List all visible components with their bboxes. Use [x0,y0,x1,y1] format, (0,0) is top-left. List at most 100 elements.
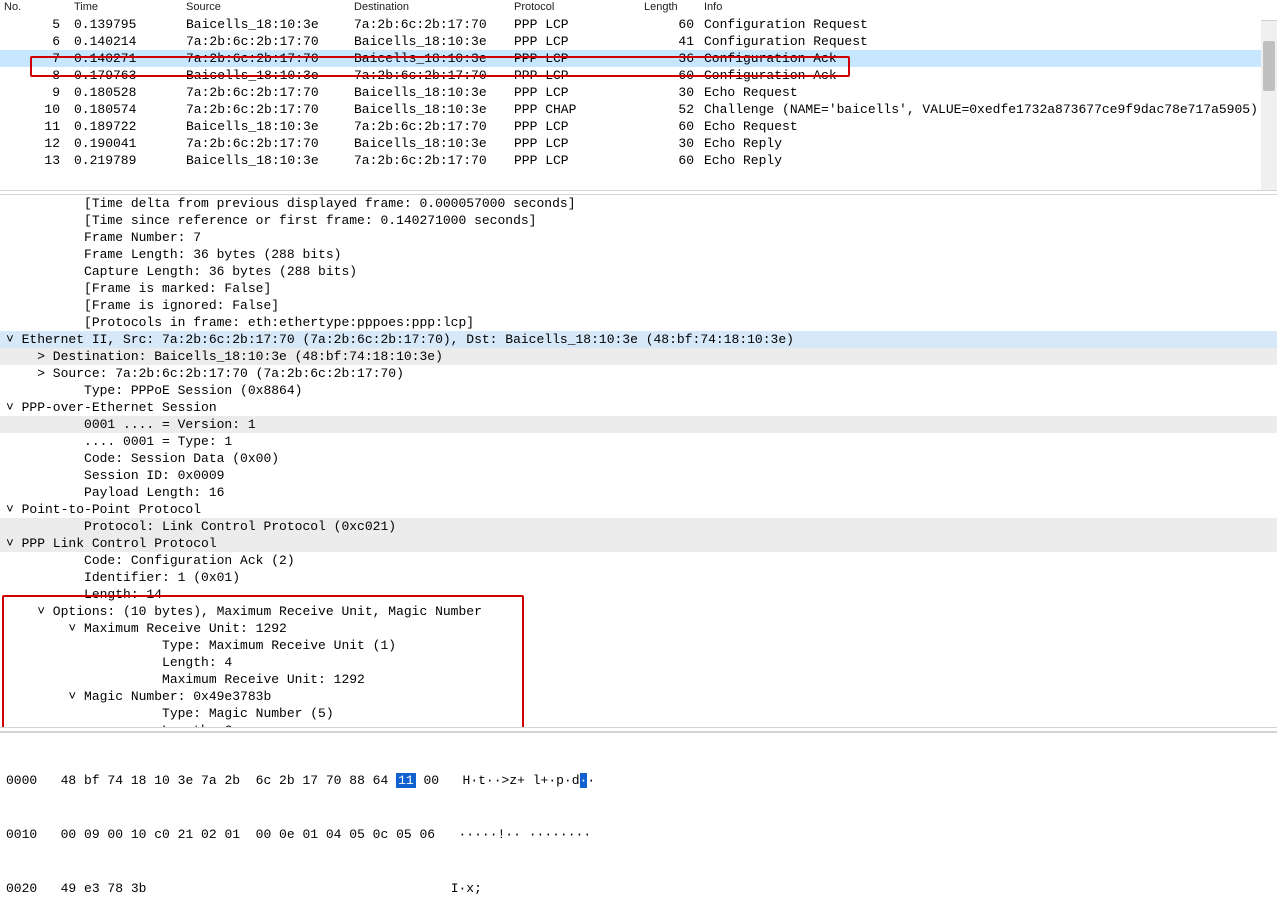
packet-cell-dst: Baicells_18:10:3e [350,50,510,67]
packet-cell-len: 60 [640,118,700,135]
hex-row-2[interactable]: 0020 49 e3 78 3b I·x; [6,880,1271,898]
packet-cell-src: 7a:2b:6c:2b:17:70 [182,33,350,50]
detail-line[interactable]: ˅ Options: (10 bytes), Maximum Receive U… [0,603,1277,620]
detail-line[interactable]: [Protocols in frame: eth:ethertype:pppoe… [0,314,1277,331]
detail-line[interactable]: Length: 14 [0,586,1277,603]
col-len[interactable]: Length [640,0,700,16]
detail-line[interactable]: Maximum Receive Unit: 1292 [0,671,1277,688]
packet-cell-no: 13 [0,152,70,169]
packet-cell-proto: PPP LCP [510,50,640,67]
detail-line[interactable]: ˅ Point-to-Point Protocol [0,501,1277,518]
detail-line[interactable]: Session ID: 0x0009 [0,467,1277,484]
packet-cell-dst: Baicells_18:10:3e [350,135,510,152]
packet-list-table[interactable]: No. Time Source Destination Protocol Len… [0,0,1277,169]
detail-line[interactable]: Identifier: 1 (0x01) [0,569,1277,586]
detail-line[interactable]: Payload Length: 16 [0,484,1277,501]
packet-cell-proto: PPP LCP [510,67,640,84]
packet-row[interactable]: 110.189722Baicells_18:10:3e7a:2b:6c:2b:1… [0,118,1277,135]
packet-row[interactable]: 70.1402717a:2b:6c:2b:17:70Baicells_18:10… [0,50,1277,67]
packet-cell-info: Echo Request [700,84,1277,101]
detail-line[interactable]: ˅ PPP Link Control Protocol [0,535,1277,552]
detail-line[interactable]: [Frame is ignored: False] [0,297,1277,314]
detail-line[interactable]: Frame Number: 7 [0,229,1277,246]
packet-cell-no: 12 [0,135,70,152]
packet-cell-len: 60 [640,152,700,169]
packet-row[interactable]: 100.1805747a:2b:6c:2b:17:70Baicells_18:1… [0,101,1277,118]
packet-cell-info: Echo Reply [700,135,1277,152]
packet-cell-no: 5 [0,16,70,33]
packet-cell-dst: 7a:2b:6c:2b:17:70 [350,16,510,33]
packet-row[interactable]: 130.219789Baicells_18:10:3e7a:2b:6c:2b:1… [0,152,1277,169]
packet-cell-time: 0.179763 [70,67,182,84]
packet-cell-info: Configuration Request [700,33,1277,50]
detail-line[interactable]: > Destination: Baicells_18:10:3e (48:bf:… [0,348,1277,365]
packet-cell-info: Challenge (NAME='baicells', VALUE=0xedfe… [700,101,1277,118]
detail-line[interactable]: Capture Length: 36 bytes (288 bits) [0,263,1277,280]
detail-line[interactable]: [Frame is marked: False] [0,280,1277,297]
detail-line[interactable]: ˅ Ethernet II, Src: 7a:2b:6c:2b:17:70 (7… [0,331,1277,348]
packet-cell-dst: 7a:2b:6c:2b:17:70 [350,118,510,135]
detail-line[interactable]: Code: Session Data (0x00) [0,450,1277,467]
packet-cell-dst: Baicells_18:10:3e [350,33,510,50]
detail-line[interactable]: [Time delta from previous displayed fram… [0,195,1277,212]
detail-line[interactable]: Type: Maximum Receive Unit (1) [0,637,1277,654]
detail-line[interactable]: Type: Magic Number (5) [0,705,1277,722]
packet-row[interactable]: 90.1805287a:2b:6c:2b:17:70Baicells_18:10… [0,84,1277,101]
packet-cell-proto: PPP CHAP [510,101,640,118]
packet-list-scrollbar[interactable] [1261,20,1277,190]
hex-row-0[interactable]: 0000 48 bf 74 18 10 3e 7a 2b 6c 2b 17 70… [6,772,1271,790]
packet-cell-proto: PPP LCP [510,16,640,33]
packet-row[interactable]: 60.1402147a:2b:6c:2b:17:70Baicells_18:10… [0,33,1277,50]
col-dest[interactable]: Destination [350,0,510,16]
packet-row[interactable]: 80.179763Baicells_18:10:3e7a:2b:6c:2b:17… [0,67,1277,84]
packet-cell-dst: 7a:2b:6c:2b:17:70 [350,67,510,84]
packet-cell-no: 8 [0,67,70,84]
packet-hex-pane[interactable]: 0000 48 bf 74 18 10 3e 7a 2b 6c 2b 17 70… [0,732,1277,918]
col-source[interactable]: Source [182,0,350,16]
packet-row[interactable]: 50.139795Baicells_18:10:3e7a:2b:6c:2b:17… [0,16,1277,33]
detail-line[interactable]: ˅ Magic Number: 0x49e3783b [0,688,1277,705]
hex-row-1[interactable]: 0010 00 09 00 10 c0 21 02 01 00 0e 01 04… [6,826,1271,844]
detail-line[interactable]: ˅ PPP-over-Ethernet Session [0,399,1277,416]
detail-line[interactable]: ˅ Maximum Receive Unit: 1292 [0,620,1277,637]
packet-cell-src: 7a:2b:6c:2b:17:70 [182,135,350,152]
detail-line[interactable]: [Time since reference or first frame: 0.… [0,212,1277,229]
packet-cell-info: Echo Reply [700,152,1277,169]
packet-cell-no: 11 [0,118,70,135]
detail-line[interactable]: Frame Length: 36 bytes (288 bits) [0,246,1277,263]
packet-cell-proto: PPP LCP [510,135,640,152]
scrollbar-thumb[interactable] [1263,41,1275,91]
col-no[interactable]: No. [0,0,70,16]
detail-line[interactable]: > Source: 7a:2b:6c:2b:17:70 (7a:2b:6c:2b… [0,365,1277,382]
packet-cell-proto: PPP LCP [510,118,640,135]
packet-cell-len: 30 [640,135,700,152]
packet-cell-dst: Baicells_18:10:3e [350,101,510,118]
packet-cell-info: Configuration Ack [700,67,1277,84]
packet-list-pane[interactable]: No. Time Source Destination Protocol Len… [0,0,1277,190]
packet-cell-src: Baicells_18:10:3e [182,118,350,135]
detail-line[interactable]: Type: PPPoE Session (0x8864) [0,382,1277,399]
col-info[interactable]: Info [700,0,1277,16]
packet-cell-dst: Baicells_18:10:3e [350,84,510,101]
detail-line[interactable]: Code: Configuration Ack (2) [0,552,1277,569]
packet-cell-no: 7 [0,50,70,67]
detail-line[interactable]: 0001 .... = Version: 1 [0,416,1277,433]
packet-cell-len: 52 [640,101,700,118]
column-header-row[interactable]: No. Time Source Destination Protocol Len… [0,0,1277,16]
packet-cell-proto: PPP LCP [510,33,640,50]
detail-line[interactable]: Protocol: Link Control Protocol (0xc021) [0,518,1277,535]
packet-details-pane[interactable]: [Time delta from previous displayed fram… [0,195,1277,727]
packet-cell-src: 7a:2b:6c:2b:17:70 [182,101,350,118]
packet-row[interactable]: 120.1900417a:2b:6c:2b:17:70Baicells_18:1… [0,135,1277,152]
packet-cell-no: 6 [0,33,70,50]
col-proto[interactable]: Protocol [510,0,640,16]
detail-line[interactable]: Length: 6 [0,722,1277,727]
hex-selected-byte: 11 [396,773,416,788]
packet-cell-time: 0.190041 [70,135,182,152]
detail-line[interactable]: Length: 4 [0,654,1277,671]
packet-cell-time: 0.189722 [70,118,182,135]
packet-cell-src: 7a:2b:6c:2b:17:70 [182,84,350,101]
col-time[interactable]: Time [70,0,182,16]
packet-cell-time: 0.219789 [70,152,182,169]
detail-line[interactable]: .... 0001 = Type: 1 [0,433,1277,450]
